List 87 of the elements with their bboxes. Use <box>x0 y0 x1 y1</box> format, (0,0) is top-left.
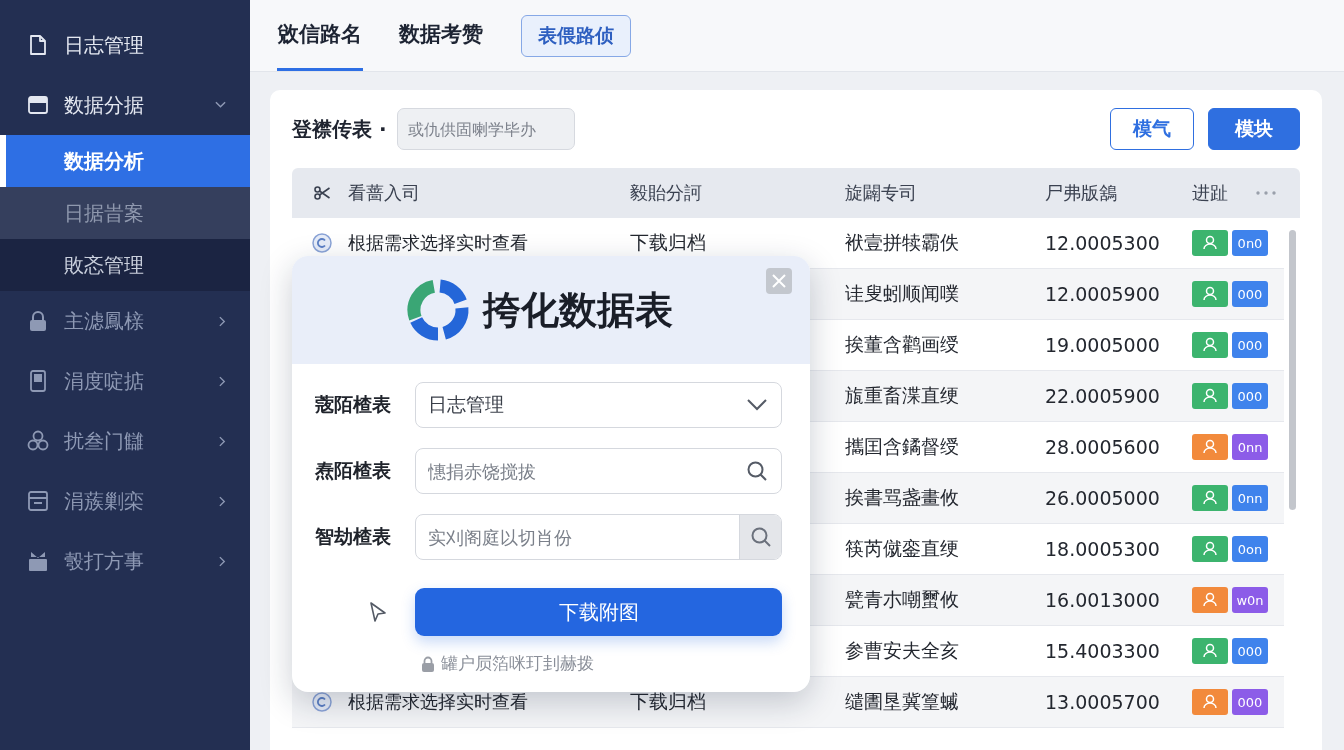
input-field[interactable]: 憓捐赤饶搅拔 <box>428 460 747 482</box>
sidebar-item[interactable]: 涓度啶掂 <box>0 351 250 411</box>
sidebar-item[interactable]: 扰叁门讎 <box>0 411 250 471</box>
table-cell: 根据需求选择实时查看 <box>348 231 528 255</box>
scrollbar[interactable] <box>1288 230 1296 510</box>
circle-c-icon <box>312 233 332 253</box>
circle-c-icon <box>312 692 332 712</box>
status-tag: 0nn <box>1232 485 1268 511</box>
table-cell-text: 挨董含鹳画绶 <box>845 332 959 357</box>
tab-button[interactable]: 表偎路侦 <box>521 14 631 57</box>
more-icon[interactable] <box>1256 191 1276 195</box>
column-header: 毅貽分訶 <box>630 181 702 205</box>
column-header: 进趾 <box>1192 181 1228 205</box>
table-cell: 26.0005000 <box>1045 487 1160 509</box>
status-tag: 000 <box>1232 383 1268 409</box>
field-label: 焘陌楂表 <box>315 458 392 483</box>
table-cell: 18.0005300 <box>1045 538 1160 560</box>
table-cell: 15.4003300 <box>1045 640 1160 662</box>
logo-icon <box>405 277 471 343</box>
filter-field[interactable]: 或仇供固喇学毕办 <box>396 108 575 150</box>
gift-icon <box>27 550 49 572</box>
submenu-item[interactable]: 敗忞管理 <box>0 239 250 291</box>
status-tag: 000 <box>1232 332 1268 358</box>
tab[interactable]: 数据考赞 <box>398 0 484 71</box>
table-cell-text: 挨書骂盏畫攸 <box>845 485 959 510</box>
search-button[interactable] <box>739 515 781 559</box>
column-header: 旋闢专司 <box>845 181 917 205</box>
search-icon <box>750 527 771 547</box>
field-label: 蔲陌楂表 <box>315 392 392 417</box>
table-cell-text: 缱圕垦冀篁䗩 <box>845 689 959 714</box>
status-tag: w0n <box>1232 587 1268 613</box>
select-field[interactable]: 日志管理 <box>415 382 782 428</box>
toolbar-button[interactable]: 模气 <box>1110 108 1194 150</box>
scissors-icon[interactable] <box>314 186 330 200</box>
status-tag: 000 <box>1232 638 1268 664</box>
note-text: 罐户屃箔咪玎刲赫拨 <box>441 652 594 675</box>
toolbar-button[interactable]: 模块 <box>1208 108 1300 150</box>
table-cell-text: 旊重畜渫直绠 <box>845 383 959 408</box>
table-cell: 19.0005000 <box>1045 334 1160 356</box>
lock-icon <box>27 310 49 332</box>
table-cell-text: 攜囯含鐍督绶 <box>845 434 959 459</box>
status-tag: 0nn <box>1232 434 1268 460</box>
column-header: 尸弗版鵨 <box>1045 181 1117 205</box>
group-icon <box>27 430 49 452</box>
submenu-item[interactable]: 数据分析 <box>0 135 250 187</box>
table-cell-text: 甓青朩嘲蠒攸 <box>845 587 959 612</box>
sidebar-item[interactable]: 涓蔟剿栾 <box>0 471 250 531</box>
status-tag: 000 <box>1232 281 1268 307</box>
search-field[interactable]: 实刈阁庭以切肖份 <box>415 514 782 560</box>
dialog-title: 挎化数据表 <box>483 286 673 334</box>
sidebar-item[interactable]: 日志管理 <box>0 15 250 75</box>
column-header: 看蔷入司 <box>348 181 420 205</box>
table-cell-text: 诖叟蚓顺闻噗 <box>845 281 959 306</box>
window-icon <box>27 94 49 116</box>
cursor-icon <box>369 601 387 623</box>
input-field[interactable]: 实刈阁庭以切肖份 <box>428 515 739 559</box>
status-tag: 0on <box>1232 536 1268 562</box>
table-cell: 根据需求选择实时查看 <box>348 690 528 714</box>
document-icon <box>27 34 49 56</box>
tab[interactable]: 敓信路名 <box>277 0 363 71</box>
search-icon <box>747 461 767 481</box>
download-button[interactable]: 下载附图 <box>415 588 782 636</box>
calendar-icon <box>27 490 49 512</box>
search-field[interactable]: 憓捐赤饶搅拔 <box>415 448 782 494</box>
table-cell-text: 下载归档 <box>630 689 706 714</box>
sidebar-item[interactable]: 数据分据 <box>0 75 250 135</box>
submenu-item[interactable]: 日据旹案 <box>0 187 250 239</box>
chevron-down-icon <box>747 399 767 411</box>
device-icon <box>27 370 49 392</box>
table-cell-text: 参曹安夫全亥 <box>845 638 959 663</box>
table-cell: 22.0005900 <box>1045 385 1160 407</box>
table-cell-text: 下载归档 <box>630 230 706 255</box>
close-icon[interactable] <box>766 268 792 294</box>
table-cell-text: 筷芮僦銮直绠 <box>845 536 959 561</box>
table-cell: 28.0005600 <box>1045 436 1160 458</box>
table-cell: 16.0013000 <box>1045 589 1160 611</box>
table-cell: 12.0005300 <box>1045 232 1160 254</box>
sidebar-item[interactable]: 彀打方事 <box>0 531 250 591</box>
table-cell-text: 袱壹拼犊霸佚 <box>845 230 959 255</box>
sidebar-item[interactable]: 主滤鳳榇 <box>0 291 250 351</box>
status-tag: 0n0 <box>1232 230 1268 256</box>
lock-icon <box>421 655 435 672</box>
filter-label: 登襟传表 · <box>292 115 387 143</box>
status-tag: 000 <box>1232 689 1268 715</box>
table-cell: 13.0005700 <box>1045 691 1160 713</box>
table-cell: 12.0005900 <box>1045 283 1160 305</box>
field-label: 智劫楂表 <box>315 524 392 549</box>
